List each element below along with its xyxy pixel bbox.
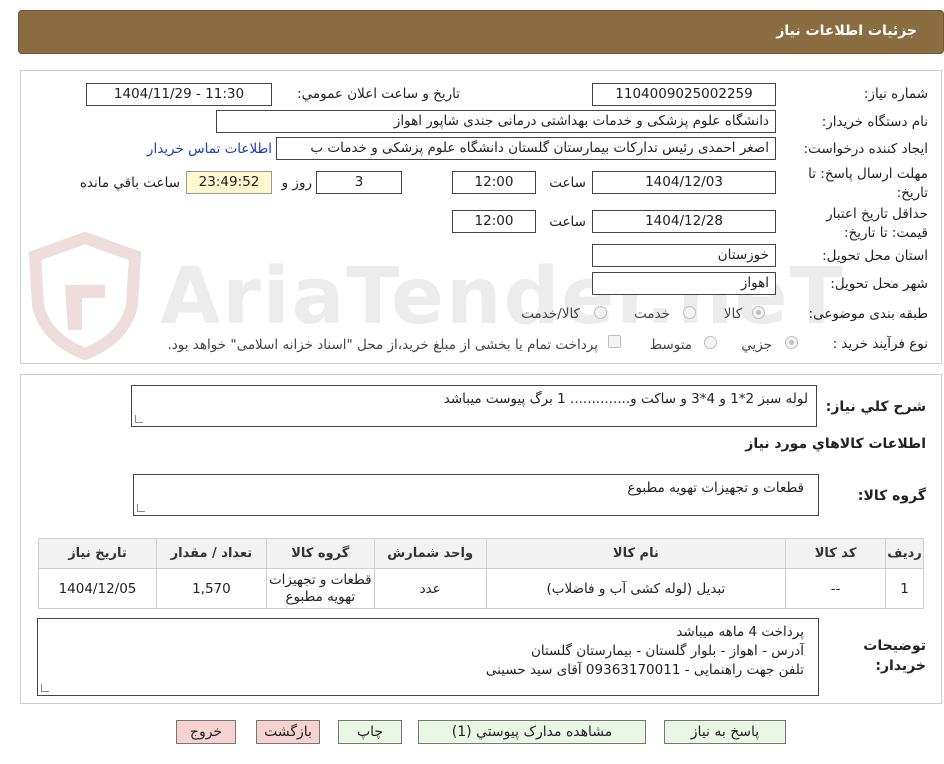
remaining-label: ساعت باقي مانده	[79, 175, 180, 191]
validity-time-field: 12:00	[452, 210, 536, 233]
cell-quantity: 1,570	[155, 568, 267, 609]
print-button[interactable]: چاپ	[338, 720, 402, 744]
description-textarea: لوله سبز 2*1 و 4*3 و ساکت و.............…	[131, 385, 817, 427]
buyer-notes-textarea: پرداخت 4 ماهه میباشد آدرس - اهواز - بلوا…	[37, 618, 819, 696]
table-row: 1 -- تبدیل (لوله کشی آب و فاضلاب) عدد قط…	[38, 568, 924, 609]
radio-goods-label: کالا	[723, 306, 742, 322]
remaining-time-field: 23:49:52	[186, 171, 272, 194]
col-unit: واحد شمارش	[373, 538, 487, 569]
need-number-label: شماره نیاز:	[863, 86, 928, 102]
col-group: گروه كالا	[265, 538, 375, 569]
days-field: 3	[316, 171, 402, 194]
buyer-note-line: تلفن جهت راهنمایی - 09363170011 آقای سید…	[485, 662, 804, 678]
col-item-name: نام كالا	[485, 538, 787, 569]
radio-goods-service-label: کالا/خدمت	[521, 306, 580, 322]
table-header-row: رديف كد كالا نام كالا واحد شمارش گروه كا…	[38, 538, 924, 569]
resize-handle-icon[interactable]	[135, 415, 143, 423]
treasury-checkbox[interactable]	[608, 335, 621, 348]
buyer-contact-link[interactable]: اطلاعات تماس خريدار	[147, 141, 272, 157]
cell-row-number: 1	[885, 568, 924, 609]
goods-table: رديف كد كالا نام كالا واحد شمارش گروه كا…	[38, 538, 924, 609]
cell-item-name: تبدیل (لوله کشی آب و فاضلاب)	[485, 568, 787, 609]
cell-group: قطعات و تجهیزات تهویه مطبوع	[265, 568, 375, 609]
reply-time-label: ساعت	[549, 175, 586, 191]
resize-handle-icon[interactable]	[41, 684, 49, 692]
category-label: طبقه بندی موضوعی:	[808, 306, 928, 322]
validity-time-label: ساعت	[549, 214, 586, 230]
cell-need-date: 1404/12/05	[38, 568, 157, 609]
shield-logo-icon	[28, 231, 142, 360]
cell-unit: عدد	[373, 568, 487, 609]
days-label: روز و	[281, 175, 312, 191]
cell-item-code: --	[785, 568, 887, 609]
goods-group-text: قطعات و تجهیزات تهویه مطبوع	[627, 480, 804, 496]
radio-goods[interactable]	[752, 306, 765, 319]
goods-group-label: گروه كالا:	[857, 488, 926, 504]
col-need-date: تاريخ نياز	[38, 538, 157, 569]
exit-button[interactable]: خروج	[176, 720, 236, 744]
radio-minor[interactable]	[785, 336, 798, 349]
radio-service[interactable]	[683, 306, 696, 319]
reply-date-field: 1404/12/03	[592, 171, 776, 194]
page-header: جزئیات اطلاعات نیاز	[18, 10, 944, 54]
buyer-notes-label: توضيحات خريدار:	[863, 638, 926, 674]
radio-service-label: خدمت	[634, 306, 670, 322]
requester-label: ايجاد کننده درخواست:	[803, 141, 928, 157]
buyer-org-label: نام دستگاه خريدار:	[821, 114, 928, 130]
province-field: خوزستان	[592, 244, 776, 267]
treasury-note: پرداخت تمام یا بخشی از مبلغ خرید،از محل …	[167, 337, 598, 353]
city-label: شهر محل تحويل:	[830, 276, 928, 292]
page-title: جزئیات اطلاعات نیاز	[776, 23, 917, 39]
col-item-code: كد كالا	[785, 538, 887, 569]
description-label: شرح كلي نياز:	[825, 399, 926, 415]
province-label: استان محل تحويل:	[822, 248, 928, 264]
city-field: اهواز	[592, 272, 776, 295]
validity-date-field: 1404/12/28	[592, 210, 776, 233]
description-text: لوله سبز 2*1 و 4*3 و ساکت و.............…	[443, 391, 808, 407]
radio-minor-label: جزيي	[741, 337, 772, 353]
need-number-field: 1104009025002259	[592, 83, 776, 106]
col-row-number: رديف	[885, 538, 924, 569]
buyer-org-field: دانشگاه علوم پزشکی و خدمات بهداشتی درمان…	[216, 110, 776, 133]
buyer-note-line: آدرس - اهواز - بلوار گلستان - بیمارستان …	[530, 643, 804, 659]
back-button[interactable]: بازگشت	[256, 720, 320, 744]
announce-label: تاریخ و ساعت اعلان عمومي:	[297, 86, 460, 102]
col-quantity: تعداد / مقدار	[155, 538, 267, 569]
radio-goods-service[interactable]	[594, 306, 607, 319]
buyer-note-line: پرداخت 4 ماهه میباشد	[676, 624, 804, 640]
goods-group-textarea: قطعات و تجهیزات تهویه مطبوع	[133, 474, 819, 516]
radio-medium[interactable]	[704, 336, 717, 349]
validity-label: حداقل تاريخ اعتبار قيمت: تا تاريخ:	[826, 206, 928, 241]
announce-field: 1404/11/29 - 11:30	[86, 83, 272, 106]
reply-deadline-label: مهلت ارسال پاسخ: تا تاریخ:	[808, 166, 928, 201]
requester-field: اصغر احمدی رئیس تداركات بیمارستان گلستان…	[276, 137, 776, 160]
view-attachments-button[interactable]: مشاهده مدارک پيوستي (1)	[418, 720, 646, 744]
radio-medium-label: متوسط	[649, 337, 692, 353]
goods-section-title: اطلاعات كالاهاي مورد نياز	[745, 436, 926, 452]
purchase-type-label: نوع فرآيند خريد :	[832, 336, 928, 352]
reply-time-field: 12:00	[452, 171, 536, 194]
reply-button[interactable]: پاسخ به نياز	[664, 720, 786, 744]
resize-handle-icon[interactable]	[137, 504, 145, 512]
